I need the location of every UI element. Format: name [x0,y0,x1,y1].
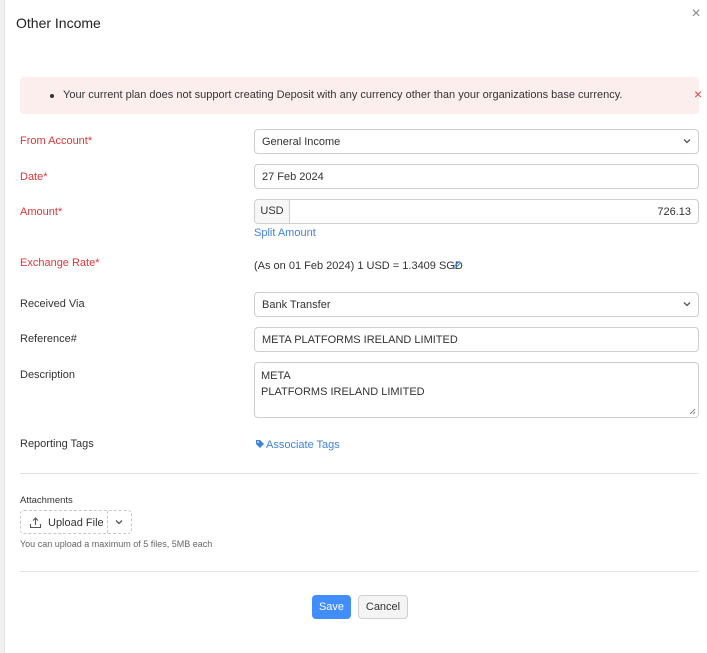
reference-value: META PLATFORMS IRELAND LIMITED [262,334,458,346]
received-via-label: Received Via [20,298,85,310]
save-button[interactable]: Save [312,595,351,619]
alert-message: Your current plan does not support creat… [63,89,623,101]
alert-bullet [50,94,54,98]
cancel-button[interactable]: Cancel [358,595,408,619]
description-line-2: PLATFORMS IRELAND LIMITED [261,386,425,398]
chevron-down-icon[interactable] [114,517,124,527]
split-amount-link[interactable]: Split Amount [254,227,316,239]
amount-input[interactable]: USD 726.13 [254,199,699,224]
currency-code: USD [255,200,290,223]
upload-hint: You can upload a maximum of 5 files, 5MB… [20,539,213,549]
from-account-select[interactable]: General Income [254,129,699,154]
received-via-select[interactable]: Bank Transfer [254,292,699,317]
description-textarea[interactable]: META PLATFORMS IRELAND LIMITED [254,362,699,418]
tag-icon [256,440,264,448]
chevron-down-icon [683,302,691,307]
amount-value: 726.13 [657,206,691,218]
upload-file-button[interactable]: Upload File [20,510,132,534]
exchange-rate-text: (As on 01 Feb 2024) 1 USD = 1.3409 SGD [254,260,463,272]
chevron-down-icon [683,139,691,144]
upload-file-label: Upload File [48,517,104,529]
attachments-label: Attachments [20,495,73,506]
footer-divider [20,571,699,572]
resize-handle-icon[interactable] [689,408,696,415]
description-label: Description [20,369,76,381]
description-line-1: META [261,370,291,382]
upload-icon [29,517,42,529]
pencil-icon[interactable] [452,260,462,270]
dismiss-alert-icon[interactable]: × [694,87,702,101]
received-via-value: Bank Transfer [262,299,331,311]
amount-label: Amount* [20,206,63,218]
close-icon[interactable]: × [688,6,704,22]
backdrop-edge [0,0,5,653]
from-account-value: General Income [262,136,341,148]
modal-title: Other Income [16,15,101,31]
reporting-tags-label: Reporting Tags [20,438,94,450]
date-input[interactable]: 27 Feb 2024 [254,164,699,189]
section-divider [20,473,699,474]
reference-input[interactable]: META PLATFORMS IRELAND LIMITED [254,327,699,352]
date-value: 27 Feb 2024 [262,171,324,183]
associate-tags-link[interactable]: Associate Tags [266,439,340,451]
plan-alert: Your current plan does not support creat… [20,77,702,114]
from-account-label: From Account* [20,135,93,147]
upload-separator [107,511,108,533]
exchange-rate-label: Exchange Rate* [20,257,100,269]
date-label: Date* [20,171,48,183]
reference-label: Reference# [20,333,77,345]
